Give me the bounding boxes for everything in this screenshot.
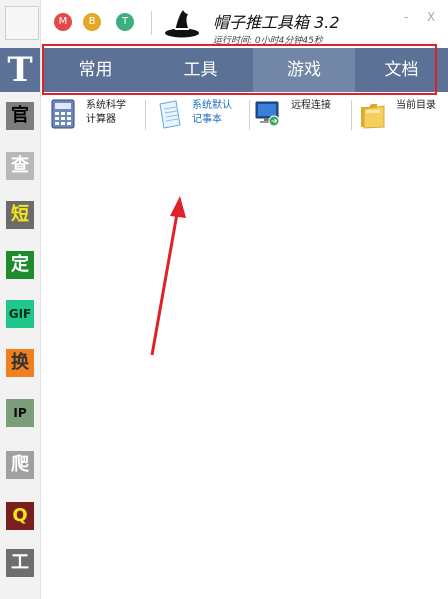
folder-icon xyxy=(361,104,385,129)
circle-letter: T xyxy=(121,16,129,27)
avatar[interactable] xyxy=(5,6,39,40)
tool-calculator[interactable]: 系统科学 计算器 xyxy=(50,98,140,134)
sidebar-item-label: 官 xyxy=(11,105,29,126)
circle-letter: B xyxy=(88,16,96,27)
sidebar-item-ip[interactable]: IP xyxy=(6,399,34,427)
tool-calculator-label: 系统科学 计算器 xyxy=(86,99,126,127)
sidebar-item-label: 定 xyxy=(11,254,29,275)
tool-divider xyxy=(249,100,250,130)
sidebar-item-label: GIF xyxy=(8,307,32,321)
sidebar-item-gif[interactable]: GIF xyxy=(6,300,34,328)
app-window: T 官 查 短 定 GIF 换 IP 爬 Q 工 M B T 帽子推工具箱 3.… xyxy=(0,0,448,599)
sidebar-item-cha[interactable]: 查 xyxy=(6,152,34,180)
sidebar-item-label: 短 xyxy=(11,204,29,225)
sidebar-item-huan[interactable]: 换 xyxy=(6,349,34,377)
notepad-icon xyxy=(159,100,181,129)
calculator-icon xyxy=(51,99,75,129)
tool-label-line1: 远程连接 xyxy=(291,100,331,111)
tool-notepad[interactable]: 系统默认 记事本 xyxy=(156,98,246,134)
sidebar-logo-t[interactable]: T xyxy=(0,48,40,92)
tool-label-line2: 计算器 xyxy=(86,114,116,125)
circle-button-b[interactable]: B xyxy=(83,13,101,31)
tool-divider xyxy=(145,100,146,130)
app-title: 帽子推工具箱 3.2 xyxy=(213,13,340,32)
remote-desktop-icon xyxy=(255,101,280,127)
tool-current-folder[interactable]: 当前目录 xyxy=(360,98,448,134)
sidebar-item-guan[interactable]: 官 xyxy=(6,102,34,130)
tab-highlight-box xyxy=(42,44,437,95)
sidebar-item-duan[interactable]: 短 xyxy=(6,201,34,229)
sidebar-item-label: 查 xyxy=(11,155,29,176)
tool-current-folder-label: 当前目录 xyxy=(396,99,436,113)
tool-remote-desktop[interactable]: 远程连接 xyxy=(255,98,345,134)
circle-button-t[interactable]: T xyxy=(116,13,134,31)
sidebar-item-ding[interactable]: 定 xyxy=(6,251,34,279)
tool-remote-desktop-label: 远程连接 xyxy=(291,99,331,113)
left-sidebar: T 官 查 短 定 GIF 换 IP 爬 Q 工 xyxy=(0,0,41,599)
tool-label-line1: 系统科学 xyxy=(86,100,126,111)
witch-hat-icon xyxy=(165,10,199,38)
tool-label-line2: 记事本 xyxy=(192,114,222,125)
header-divider xyxy=(151,11,152,35)
sidebar-item-gong[interactable]: 工 xyxy=(6,549,34,577)
circle-button-m[interactable]: M xyxy=(54,13,72,31)
tool-notepad-label: 系统默认 记事本 xyxy=(192,99,232,127)
annotation-arrow-icon xyxy=(150,196,186,356)
sidebar-item-pa[interactable]: 爬 xyxy=(6,451,34,479)
close-button[interactable]: X xyxy=(427,10,435,24)
tool-divider xyxy=(351,100,352,130)
sidebar-item-q[interactable]: Q xyxy=(6,502,34,530)
sidebar-item-label: IP xyxy=(13,406,27,420)
tool-label-line1: 当前目录 xyxy=(396,100,436,111)
sidebar-item-label: 工 xyxy=(11,552,29,573)
tool-label-line1: 系统默认 xyxy=(192,100,232,111)
sidebar-item-label: 爬 xyxy=(11,454,29,475)
circle-letter: M xyxy=(58,16,68,27)
sidebar-item-label: 换 xyxy=(11,352,29,373)
minimize-button[interactable]: - xyxy=(404,10,408,24)
sidebar-item-label: Q xyxy=(12,505,28,526)
